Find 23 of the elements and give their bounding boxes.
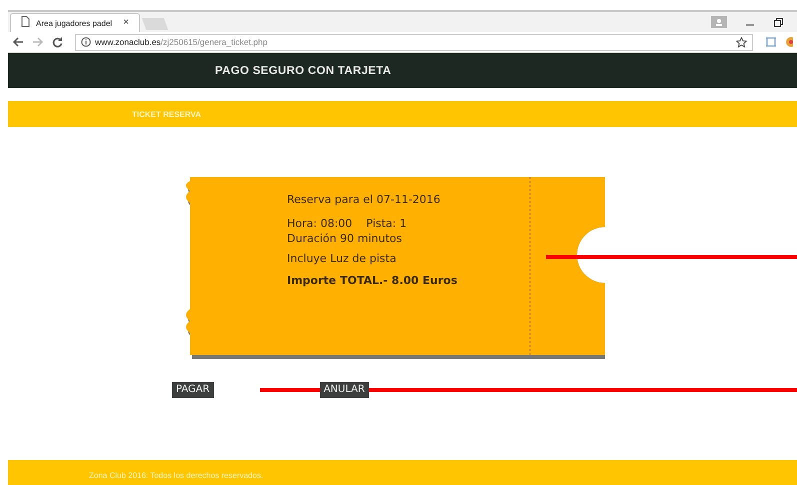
address-field[interactable]: www.zonaclub.es/zj250615/genera_ticket.php [75, 34, 753, 50]
footer-text: Zona Club 2016: Todos los derechos reservados. [89, 470, 264, 480]
reload-icon[interactable] [52, 36, 63, 48]
section-label: TICKET RESERVA [132, 110, 202, 118]
tab-title: Area jugadores padel [36, 18, 112, 28]
cancel-button[interactable]: ANULAR [320, 382, 369, 398]
back-icon[interactable] [12, 37, 24, 47]
ticket-text: Duración 90 minutos [287, 232, 402, 245]
ticket-text: Incluye Luz de pista [287, 252, 396, 265]
tab-close-button[interactable]: × [123, 18, 129, 28]
page-title: PAGO SEGURO CON TARJETA [215, 64, 392, 76]
page-icon [21, 16, 30, 26]
ticket-text: Pista: 1 [366, 216, 407, 231]
pay-button[interactable]: PAGAR [172, 382, 214, 398]
ticket-total: Importe TOTAL.- 8.00 Euros [287, 274, 458, 287]
extension-icon[interactable] [785, 36, 793, 48]
star-icon[interactable] [736, 36, 747, 48]
ticket-text: Reserva para el 07-11-2016 [287, 193, 440, 206]
restore-icon[interactable] [773, 18, 783, 28]
frame-icon[interactable] [765, 37, 777, 47]
ticket-text: Hora: 08:00 [287, 216, 352, 231]
info-icon [81, 37, 91, 47]
browser-tab[interactable]: Area jugadores padel × [10, 13, 140, 32]
